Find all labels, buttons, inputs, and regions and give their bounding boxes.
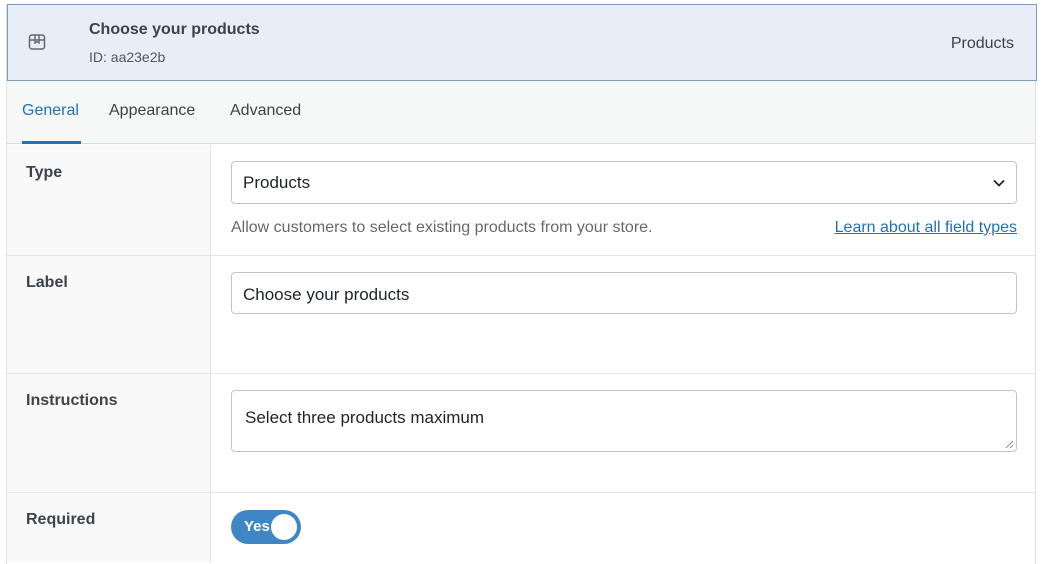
- product-box-icon: [28, 34, 46, 50]
- type-select-value: Products: [243, 173, 311, 192]
- tab-bar: General Appearance Advanced: [7, 81, 1035, 144]
- field-type-label: Products: [950, 35, 1014, 52]
- instructions-row: Instructions Select three products maxim…: [7, 374, 1035, 493]
- type-label: Type: [26, 164, 63, 181]
- tab-appearance[interactable]: Appearance: [109, 81, 195, 144]
- field-header[interactable]: Choose your products ID: aa23e2b Product…: [7, 4, 1037, 81]
- learn-field-types-link[interactable]: Learn about all field types: [835, 219, 1017, 237]
- instructions-label: Instructions: [26, 392, 118, 409]
- field-panel: Choose your products ID: aa23e2b Product…: [6, 4, 1037, 564]
- label-input[interactable]: Choose your products: [231, 272, 1017, 314]
- toggle-knob: [271, 514, 297, 540]
- instructions-textarea-value: Select three products maximum: [245, 408, 485, 427]
- required-toggle[interactable]: Yes: [231, 510, 301, 544]
- label-label: Label: [26, 274, 68, 291]
- row-label-column: Required: [7, 493, 211, 563]
- type-select[interactable]: Products: [231, 161, 1017, 204]
- row-label-column: Instructions: [7, 374, 211, 492]
- toggle-state-label: Yes: [244, 518, 270, 535]
- required-label: Required: [26, 511, 96, 528]
- instructions-textarea[interactable]: Select three products maximum: [231, 390, 1017, 452]
- type-row: Type Products Allow customers to select …: [7, 145, 1035, 256]
- tab-general[interactable]: General: [22, 81, 81, 144]
- type-description: Allow customers to select existing produ…: [231, 219, 653, 236]
- required-row: Required Yes: [7, 493, 1035, 563]
- row-label-column: Label: [7, 256, 211, 373]
- row-label-column: Type: [7, 145, 211, 255]
- chevron-down-icon: [993, 179, 1005, 187]
- label-row: Label Choose your products: [7, 256, 1035, 374]
- resize-handle-icon[interactable]: [1005, 440, 1014, 449]
- field-title: Choose your products: [89, 21, 260, 38]
- label-input-value: Choose your products: [243, 285, 410, 304]
- field-id: ID: aa23e2b: [89, 49, 166, 65]
- tab-advanced[interactable]: Advanced: [230, 81, 301, 144]
